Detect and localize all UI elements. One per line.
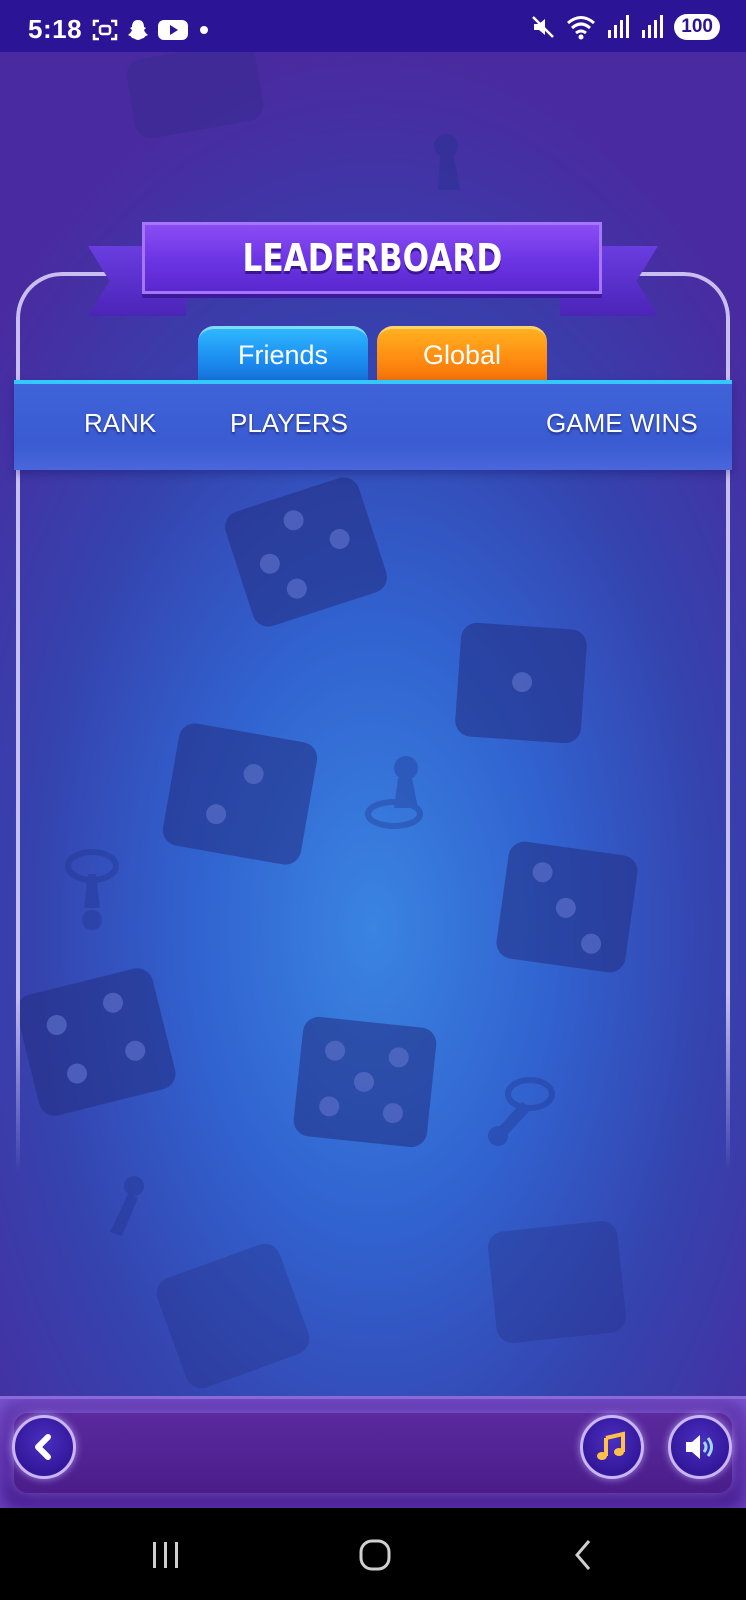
home-icon xyxy=(359,1539,391,1571)
screenshot-icon xyxy=(92,19,118,41)
battery-indicator: 100 xyxy=(674,14,720,40)
column-header-players: PLAYERS xyxy=(230,408,349,438)
notification-icons xyxy=(92,18,212,42)
column-header-rank: RANK xyxy=(84,408,157,438)
bottom-toolbar xyxy=(0,1396,746,1511)
recents-icon xyxy=(153,1542,178,1568)
signal-icon xyxy=(608,15,630,38)
status-bar: 5:18 100 xyxy=(0,0,746,52)
wifi-icon xyxy=(567,16,596,40)
signal-icon xyxy=(642,15,664,38)
dice-decoration xyxy=(124,39,266,141)
system-icons: 100 xyxy=(530,14,720,40)
dot-icon xyxy=(200,26,208,34)
snapchat-icon xyxy=(128,20,148,40)
tab-global[interactable]: Global xyxy=(377,326,547,382)
back-icon xyxy=(35,1434,51,1460)
recents-button[interactable] xyxy=(136,1530,196,1580)
nav-back-button[interactable] xyxy=(554,1530,614,1580)
pawn-decoration xyxy=(434,134,460,190)
leaderboard-ribbon: LEADERBOARD xyxy=(142,222,602,294)
leaderboard-header-row: RANK PLAYERS GAME WINS xyxy=(14,380,732,470)
column-header-game-wins: GAME WINS xyxy=(546,408,698,438)
game-screen: 5:18 100 LEADERBOARD Friends Global RANK… xyxy=(0,0,746,1600)
music-button[interactable] xyxy=(580,1415,644,1479)
sound-button[interactable] xyxy=(668,1415,732,1479)
tab-friends[interactable]: Friends xyxy=(198,326,368,382)
mute-icon xyxy=(532,16,555,38)
speaker-icon xyxy=(686,1435,713,1459)
back-icon xyxy=(575,1540,591,1570)
home-button[interactable] xyxy=(345,1530,405,1580)
page-title: LEADERBOARD xyxy=(242,236,502,280)
system-nav-bar xyxy=(0,1508,746,1600)
status-time: 5:18 xyxy=(28,14,83,44)
youtube-icon xyxy=(158,20,188,40)
music-icon xyxy=(597,1431,625,1460)
leaderboard-list[interactable] xyxy=(20,470,726,1370)
back-button[interactable] xyxy=(12,1415,76,1479)
